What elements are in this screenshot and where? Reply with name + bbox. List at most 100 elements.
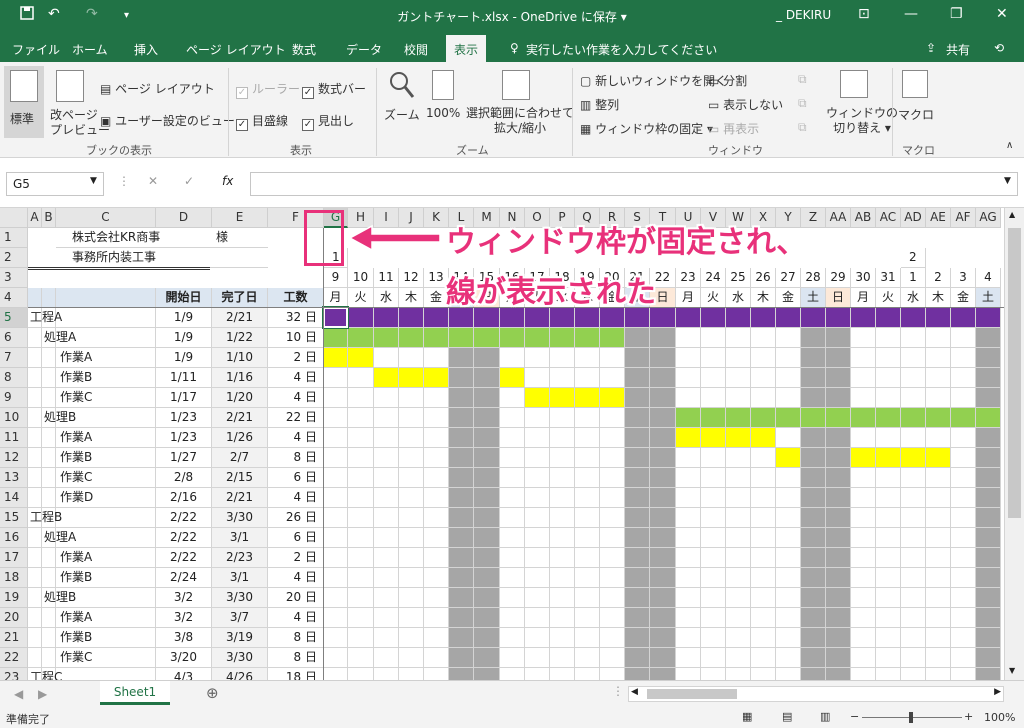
- gantt-cell[interactable]: [976, 388, 1001, 408]
- gantt-cell[interactable]: [951, 388, 976, 408]
- weekday-cell[interactable]: 金: [951, 288, 976, 308]
- gantt-cell[interactable]: [424, 548, 449, 568]
- date-cell[interactable]: 30: [851, 268, 876, 288]
- gantt-cell[interactable]: [726, 348, 751, 368]
- tab-home[interactable]: ホーム: [72, 41, 108, 58]
- gantt-cell[interactable]: [625, 488, 650, 508]
- column-header-ab[interactable]: AB: [851, 208, 876, 228]
- arrange-button[interactable]: ▥ 整列: [580, 96, 619, 113]
- page-layout-view-button[interactable]: ▤ ページ レイアウト: [100, 80, 215, 97]
- gantt-cell[interactable]: [926, 648, 951, 668]
- task-name-cell[interactable]: 作業A: [28, 548, 156, 568]
- gantt-cell[interactable]: [500, 368, 525, 388]
- gantt-cell[interactable]: [625, 468, 650, 488]
- gantt-cell[interactable]: [926, 548, 951, 568]
- start-date-header[interactable]: 開始日: [156, 288, 212, 308]
- row-header-5[interactable]: 5: [0, 308, 28, 328]
- gantt-cell[interactable]: [500, 448, 525, 468]
- end-date-cell[interactable]: 1/16: [212, 368, 268, 388]
- gantt-cell[interactable]: [676, 488, 701, 508]
- column-header-d[interactable]: D: [156, 208, 212, 228]
- row-header-21[interactable]: 21: [0, 628, 28, 648]
- gantt-cell[interactable]: [650, 548, 676, 568]
- gantt-cell[interactable]: [449, 608, 474, 628]
- gantt-cell[interactable]: [449, 348, 474, 368]
- weekday-cell[interactable]: 日: [826, 288, 851, 308]
- gantt-cell[interactable]: [976, 588, 1001, 608]
- scroll-left-icon[interactable]: ◀: [631, 687, 638, 697]
- gantt-cell[interactable]: [525, 568, 550, 588]
- gantt-cell[interactable]: [926, 448, 951, 468]
- gantt-cell[interactable]: [550, 548, 575, 568]
- gantt-cell[interactable]: [826, 568, 851, 588]
- gantt-cell[interactable]: [399, 568, 424, 588]
- gantt-cell[interactable]: [976, 328, 1001, 348]
- gantt-cell[interactable]: [424, 628, 449, 648]
- gantt-cell[interactable]: [876, 648, 901, 668]
- gantt-cell[interactable]: [525, 648, 550, 668]
- gantt-cell[interactable]: [550, 588, 575, 608]
- gantt-cell[interactable]: [951, 608, 976, 628]
- end-date-cell[interactable]: 2/21: [212, 308, 268, 328]
- gantt-cell[interactable]: [726, 648, 751, 668]
- workdays-cell[interactable]: 2 日: [268, 348, 324, 368]
- gantt-cell[interactable]: [324, 528, 348, 548]
- gantt-cell[interactable]: [348, 368, 374, 388]
- gantt-cell[interactable]: [876, 408, 901, 428]
- task-name-cell[interactable]: 作業C: [28, 468, 156, 488]
- gantt-cell[interactable]: [951, 548, 976, 568]
- gantt-cell[interactable]: [348, 328, 374, 348]
- gantt-cell[interactable]: [926, 328, 951, 348]
- gantt-cell[interactable]: [751, 548, 776, 568]
- gantt-cell[interactable]: [600, 528, 625, 548]
- gantt-cell[interactable]: [951, 648, 976, 668]
- gantt-cell[interactable]: [650, 488, 676, 508]
- cancel-icon[interactable]: ✕: [148, 174, 158, 188]
- row-header-2[interactable]: 2: [0, 248, 28, 268]
- gantt-cell[interactable]: [399, 508, 424, 528]
- gantt-cell[interactable]: [625, 588, 650, 608]
- gantt-cell[interactable]: [926, 488, 951, 508]
- gantt-cell[interactable]: [374, 388, 399, 408]
- gantt-cell[interactable]: [751, 428, 776, 448]
- gantt-cell[interactable]: [348, 628, 374, 648]
- row-header-19[interactable]: 19: [0, 588, 28, 608]
- zoom-in-icon[interactable]: +: [964, 710, 973, 723]
- gantt-cell[interactable]: [374, 588, 399, 608]
- gantt-cell[interactable]: [348, 448, 374, 468]
- gantt-cell[interactable]: [374, 568, 399, 588]
- gantt-cell[interactable]: [625, 388, 650, 408]
- gantt-cell[interactable]: [901, 388, 926, 408]
- gantt-cell[interactable]: [876, 588, 901, 608]
- gantt-cell[interactable]: [776, 588, 801, 608]
- workdays-cell[interactable]: 26 日: [268, 508, 324, 528]
- column-header-af[interactable]: AF: [951, 208, 976, 228]
- gantt-cell[interactable]: [826, 428, 851, 448]
- prev-sheet-icon[interactable]: ◀: [14, 687, 23, 701]
- gantt-cell[interactable]: [600, 328, 625, 348]
- history-icon[interactable]: ⟲: [994, 41, 1004, 55]
- weekday-cell[interactable]: 木: [399, 288, 424, 308]
- gantt-cell[interactable]: [676, 568, 701, 588]
- gantt-cell[interactable]: [676, 588, 701, 608]
- standard-view-button[interactable]: 標準: [4, 66, 44, 138]
- row-header-1[interactable]: 1: [0, 228, 28, 248]
- gantt-cell[interactable]: [876, 388, 901, 408]
- gantt-cell[interactable]: [851, 628, 876, 648]
- zoom-100-button[interactable]: 100%: [424, 66, 462, 136]
- gantt-cell[interactable]: [801, 428, 826, 448]
- close-icon[interactable]: ✕: [996, 6, 1008, 22]
- gantt-cell[interactable]: [851, 308, 876, 328]
- gantt-cell[interactable]: [550, 328, 575, 348]
- gantt-cell[interactable]: [926, 368, 951, 388]
- gantt-cell[interactable]: [801, 348, 826, 368]
- gantt-cell[interactable]: [424, 568, 449, 588]
- gantt-cell[interactable]: [348, 588, 374, 608]
- gantt-cell[interactable]: [751, 528, 776, 548]
- gantt-cell[interactable]: [876, 468, 901, 488]
- gantt-cell[interactable]: [474, 648, 500, 668]
- gantt-cell[interactable]: [600, 368, 625, 388]
- start-date-cell[interactable]: 2/22: [156, 508, 212, 528]
- task-name-cell[interactable]: 工程B: [28, 508, 156, 528]
- gantt-cell[interactable]: [776, 488, 801, 508]
